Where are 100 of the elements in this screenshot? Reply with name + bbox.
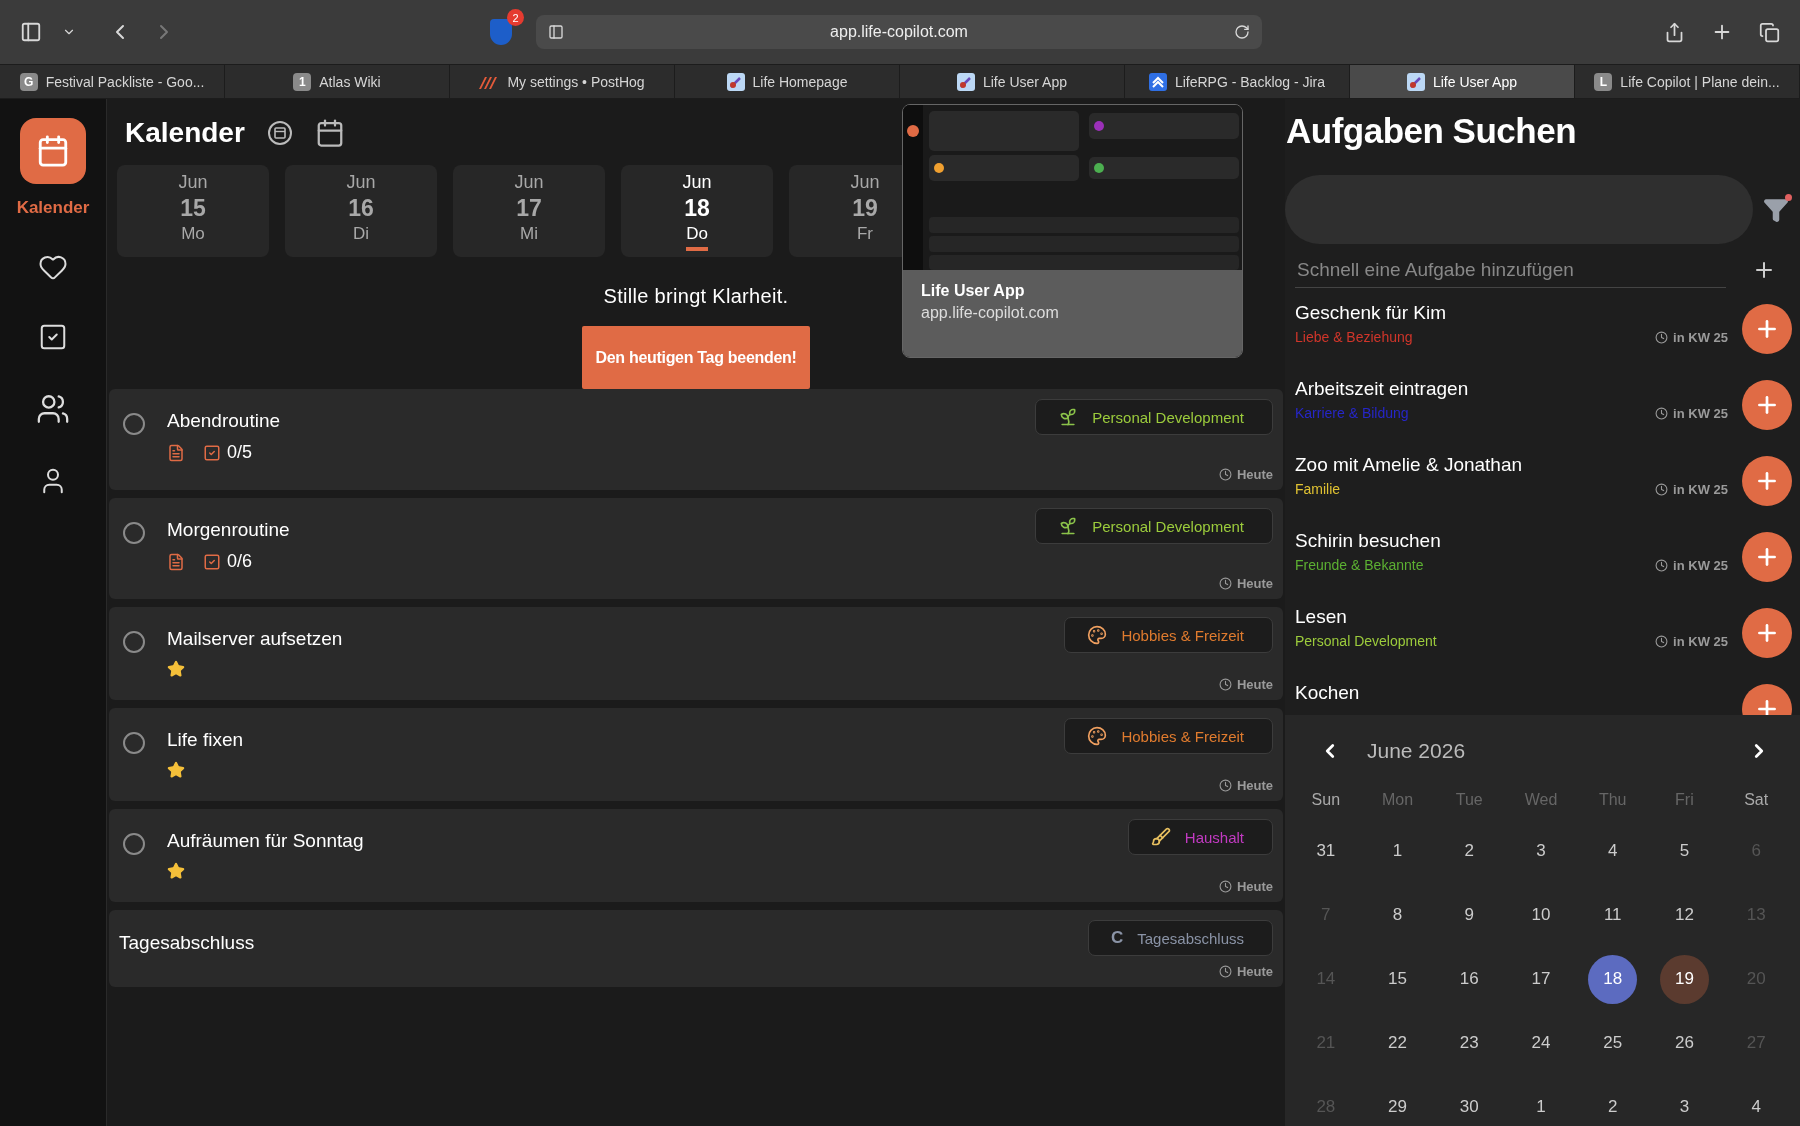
category-tag[interactable]: Haushalt	[1127, 819, 1273, 855]
quick-add-field[interactable]: Schnell eine Aufgabe hinzufügen	[1295, 252, 1726, 288]
calendar-day[interactable]: 4	[1588, 826, 1638, 876]
calendar-icon	[36, 134, 70, 168]
clock-icon	[1218, 779, 1232, 792]
calendar-day[interactable]: 2	[1588, 1082, 1638, 1126]
due-date: Heute	[1236, 778, 1273, 793]
sprout-icon	[1058, 407, 1079, 427]
clock-icon	[1218, 468, 1232, 481]
due-date: Heute	[1236, 677, 1273, 692]
calendar-day[interactable]: 31	[1301, 826, 1351, 876]
url-text: app.life-copilot.com	[829, 23, 969, 41]
task-title: Zoo mit Amelie & Jonathan	[1295, 454, 1524, 476]
category-tag[interactable]: Personal Development	[1035, 399, 1273, 435]
task-checkbox[interactable]	[123, 413, 145, 435]
day-card[interactable]: Jun 16 Di	[285, 165, 437, 257]
clock-icon	[1655, 634, 1669, 648]
task-checkbox[interactable]	[123, 732, 145, 754]
palette-icon	[1087, 625, 1108, 645]
task-card[interactable]: Abendroutine 0/5 Personal Development Heute	[109, 389, 1283, 490]
calendar-day[interactable]: 9	[1444, 890, 1494, 940]
tabs-overview-icon[interactable]	[1759, 21, 1780, 43]
tag-label: Hobbies & Freizeit	[1121, 626, 1244, 644]
due-date: in KW 25	[1673, 633, 1728, 649]
browser-tab[interactable]: Life User App	[1350, 65, 1575, 98]
task-checkbox[interactable]	[123, 631, 145, 653]
task-checkbox[interactable]	[123, 522, 145, 544]
add-task-button[interactable]	[1742, 304, 1792, 354]
day-card[interactable]: Jun 18 Do	[621, 165, 773, 257]
calendar-day[interactable]: 1	[1516, 1082, 1566, 1126]
broom-icon	[1150, 827, 1171, 847]
weekday-label: Mon	[1382, 791, 1414, 809]
add-task-button[interactable]	[1742, 380, 1792, 430]
chevrons-logo-icon	[1148, 72, 1167, 91]
calendar-day[interactable]: 17	[1516, 954, 1566, 1004]
stripes-logo-icon	[479, 74, 500, 89]
category-label: Liebe & Beziehung	[1295, 329, 1413, 345]
calendar-day[interactable]: 22	[1373, 1018, 1423, 1068]
category-label: Freunde & Bekannte	[1295, 557, 1424, 573]
filter-icon[interactable]	[1763, 196, 1789, 223]
sidebar-label: Kalender	[16, 198, 90, 218]
day-card[interactable]: Jun 15 Mo	[117, 165, 269, 257]
calendar-day[interactable]: 3	[1516, 826, 1566, 876]
task-card[interactable]: Life fixen Hobbies & Freizeit Heute	[109, 708, 1283, 801]
reload-icon[interactable]	[1234, 24, 1250, 40]
add-task-button[interactable]	[1742, 532, 1792, 582]
share-icon[interactable]	[1664, 21, 1685, 43]
category-tag[interactable]: C Tagesabschluss	[1088, 920, 1273, 956]
clock-icon	[1218, 965, 1232, 978]
calendar-day[interactable]: 2	[1444, 826, 1494, 876]
favicon: G	[19, 72, 38, 91]
calendar-day[interactable]: 3	[1659, 1082, 1709, 1126]
calendar-day[interactable]: 11	[1588, 890, 1638, 940]
page-menu-icon[interactable]	[548, 24, 564, 40]
category-tag[interactable]: Hobbies & Freizeit	[1064, 718, 1273, 754]
checkbox-icon	[38, 322, 68, 352]
calendar-day[interactable]: 18	[1588, 954, 1638, 1004]
calendar-day[interactable]: 16	[1444, 954, 1494, 1004]
task-card[interactable]: Tagesabschluss C Tagesabschluss Heute	[109, 910, 1283, 987]
calendar-day[interactable]: 30	[1444, 1082, 1494, 1126]
add-task-button[interactable]	[1742, 456, 1792, 506]
calendar-day[interactable]: 24	[1516, 1018, 1566, 1068]
palette-icon	[1087, 726, 1108, 746]
task-checkbox[interactable]	[123, 833, 145, 855]
calendar-day[interactable]: 26	[1659, 1018, 1709, 1068]
app-icon	[956, 72, 975, 91]
calendar-day[interactable]: 19	[1659, 954, 1709, 1004]
day-card[interactable]: Jun 17 Mi	[453, 165, 605, 257]
sidebar-item[interactable]	[20, 118, 86, 184]
tag-label: Tagesabschluss	[1137, 929, 1244, 947]
clock-icon	[1655, 558, 1669, 572]
daily-quote: Stille bringt Klarheit.	[603, 285, 789, 308]
task-card[interactable]: Aufräumen für Sonntag Haushalt Heute	[109, 809, 1283, 902]
calendar-day[interactable]: 8	[1373, 890, 1423, 940]
category-tag[interactable]: Hobbies & Freizeit	[1064, 617, 1273, 653]
weekday-label: Sat	[1744, 791, 1769, 809]
task-title: Kochen	[1295, 682, 1361, 704]
category-label: Personal Development	[1295, 633, 1437, 649]
clock-icon	[1655, 330, 1669, 344]
app-icon	[1406, 72, 1425, 91]
task-card[interactable]: Morgenroutine 0/6 Personal Development Heute	[109, 498, 1283, 599]
category-tag[interactable]: Personal Development	[1035, 508, 1273, 544]
calendar-day[interactable]: 5	[1659, 826, 1709, 876]
calendar-day[interactable]: 29	[1373, 1082, 1423, 1126]
calendar-day[interactable]: 1	[1373, 826, 1423, 876]
sidebar-toggle-icon[interactable]	[20, 21, 42, 43]
clock-icon	[1655, 482, 1669, 496]
calendar-day[interactable]: 15	[1373, 954, 1423, 1004]
calendar-circle-icon[interactable]	[266, 120, 293, 146]
shield-icon[interactable]	[490, 19, 512, 45]
calendar-day[interactable]: 12	[1659, 890, 1709, 940]
calendar-day[interactable]: 4	[1731, 1082, 1781, 1126]
calendar-day[interactable]: 10	[1516, 890, 1566, 940]
address-bar[interactable]: app.life-copilot.com	[536, 15, 1262, 49]
due-date: Heute	[1236, 467, 1273, 482]
clock-icon	[1218, 880, 1232, 893]
task-card[interactable]: Mailserver aufsetzen Hobbies & Freizeit Heute	[109, 607, 1283, 700]
add-task-button[interactable]	[1742, 608, 1792, 658]
calendar-day[interactable]: 23	[1444, 1018, 1494, 1068]
calendar-day[interactable]: 25	[1588, 1018, 1638, 1068]
